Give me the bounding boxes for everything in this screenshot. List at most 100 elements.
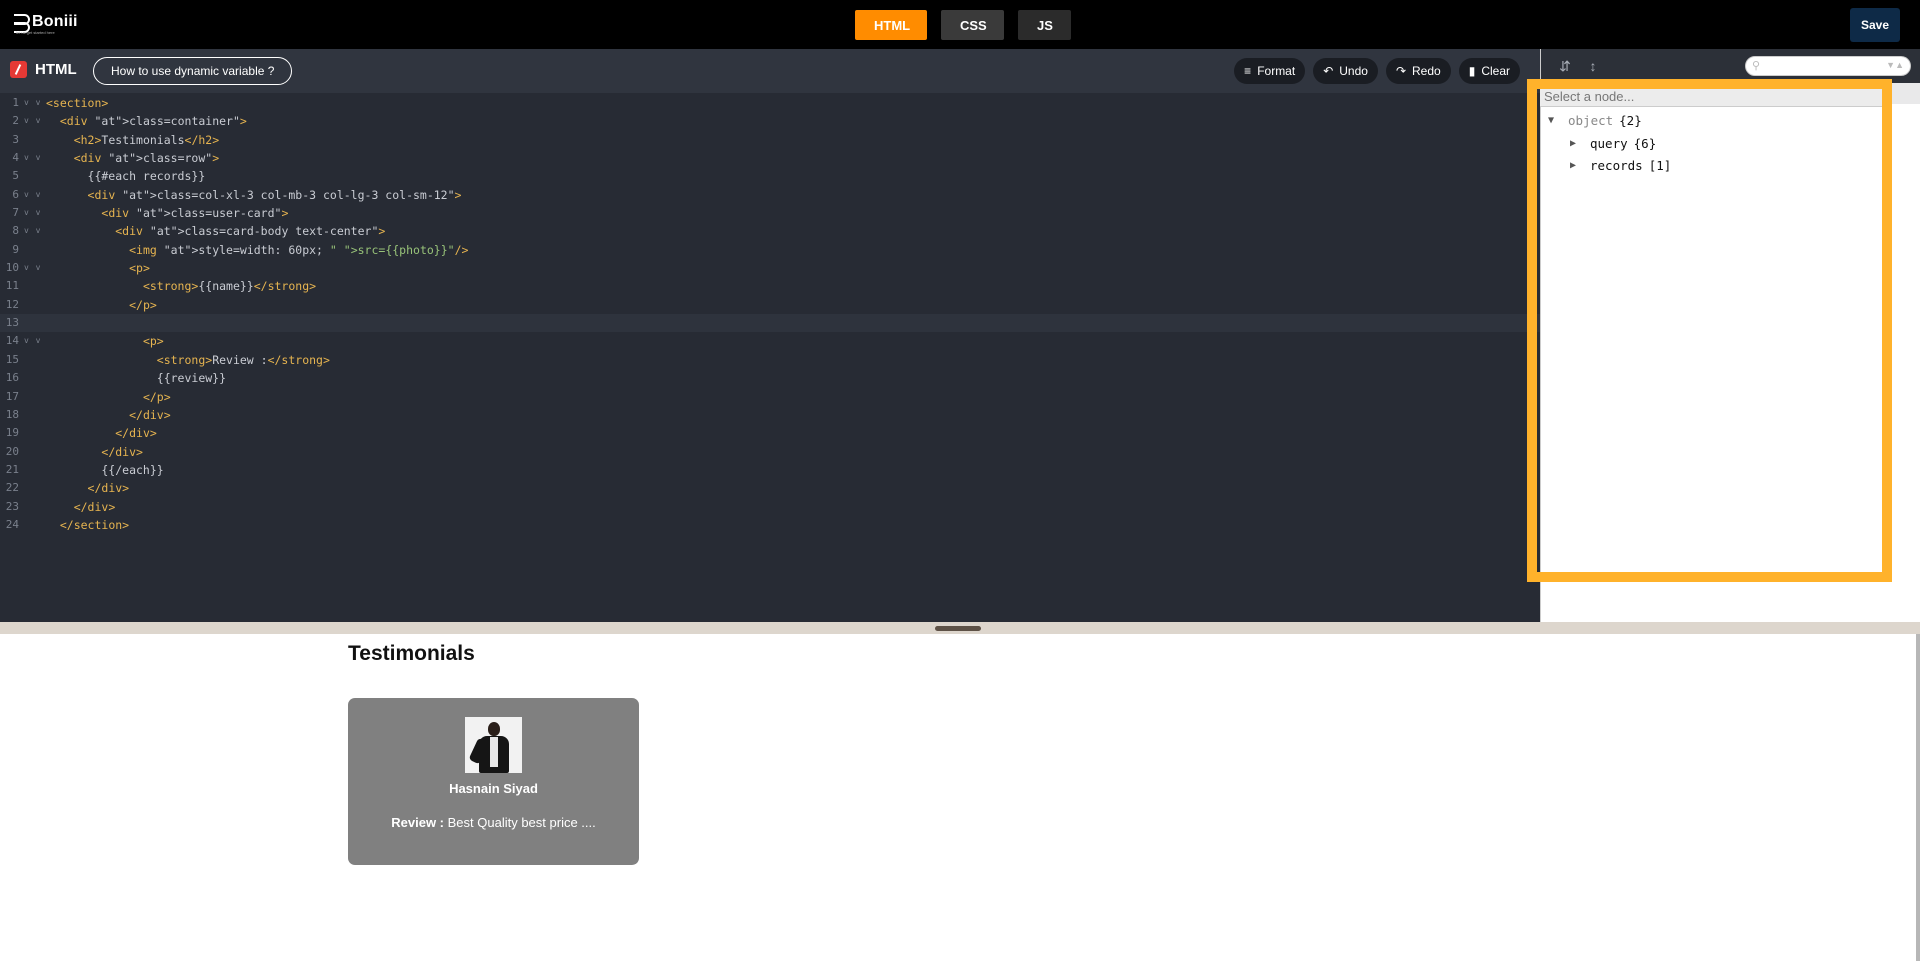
code-line[interactable]: 24 </section> (0, 516, 1540, 534)
editor-actions: ≡ Format ↶ Undo ↷ Redo ▮ Clear (1234, 58, 1520, 84)
code-line[interactable]: 7 v v <div "at">class=user-card"> (0, 204, 1540, 222)
user-card: Hasnain Siyad Review : Best Quality best… (348, 698, 639, 865)
collapse-all-icon[interactable]: ⇵ (1556, 57, 1574, 75)
html-badge-icon (10, 61, 27, 78)
code-text: </p> (129, 297, 157, 312)
line-number: 5 (12, 169, 19, 183)
preview-scrollbar[interactable] (1916, 634, 1920, 961)
code-line[interactable]: 8 v v <div "at">class=card-body text-cent… (0, 222, 1540, 240)
code-line[interactable]: 19 </div> (0, 424, 1540, 442)
editor-toolbar: HTML How to use dynamic variable ? ≡ For… (0, 49, 1540, 93)
code-line[interactable]: 20 </div> (0, 443, 1540, 461)
code-line[interactable]: 5 {{#each records}} (0, 167, 1540, 185)
highlight-frame (1527, 79, 1892, 582)
review-text: Best Quality best price .... (447, 815, 596, 830)
code-line[interactable]: 1 v v <section> (0, 94, 1540, 112)
search-nav-icon[interactable]: ▼▲ (1886, 60, 1904, 70)
code-line[interactable]: 12 </p> (0, 296, 1540, 314)
line-number: 20 (5, 444, 19, 458)
line-number: 17 (5, 389, 19, 403)
expand-all-icon[interactable]: ↕ (1584, 57, 1602, 75)
code-text: {{/each}} (46, 462, 164, 477)
code-line[interactable]: 22 </div> (0, 479, 1540, 497)
clear-button[interactable]: ▮ Clear (1458, 58, 1520, 84)
fold-chevron-icon[interactable]: v v (24, 112, 40, 130)
tab-html[interactable]: HTML (855, 10, 927, 40)
fold-chevron-icon[interactable]: v v (24, 204, 40, 222)
code-line[interactable]: 9 <img "at">style=width: 60px; " ">src={… (0, 241, 1540, 259)
format-label: Format (1257, 64, 1296, 78)
preview-heading: Testimonials (348, 642, 475, 665)
code-text: </div> (101, 444, 143, 459)
code-line[interactable]: 21 {{/each}} (0, 461, 1540, 479)
format-icon: ≡ (1244, 64, 1252, 78)
line-number: 8 (12, 224, 19, 238)
fold-chevron-icon[interactable]: v v (24, 332, 40, 350)
code-area[interactable]: 1 v v <section> 2 v v <div "at">class=contai… (0, 94, 1540, 534)
code-text: <section> (46, 96, 109, 110)
line-number: 13 (5, 316, 19, 330)
line-number: 21 (5, 462, 19, 476)
editor-title: HTML (10, 61, 77, 78)
undo-icon: ↶ (1323, 64, 1334, 78)
fold-chevron-icon[interactable]: v v (24, 222, 40, 240)
code-line[interactable]: 4 v v <div "at">class=row"> (0, 149, 1540, 167)
code-text: </div> (129, 407, 171, 422)
logo-text: Boniii (32, 13, 78, 30)
code-line[interactable]: 2 v v <div "at">class=container"> (0, 112, 1540, 130)
redo-button[interactable]: ↷ Redo (1385, 58, 1451, 84)
redo-label: Redo (1412, 64, 1441, 78)
save-button[interactable]: Save (1850, 8, 1900, 42)
language-tabs: HTML CSS JS (855, 10, 1071, 40)
code-line[interactable]: 17 </p> (0, 388, 1540, 406)
preview-pane: Testimonials Hasnain Siyad Review : Best… (0, 634, 1916, 961)
line-number: 9 (12, 242, 19, 256)
code-text: <strong>Review :</strong> (156, 352, 330, 367)
code-text: </section> (59, 517, 130, 532)
code-line[interactable]: 10 v v <p> (0, 259, 1540, 277)
line-number: 11 (5, 279, 19, 293)
code-text: </div> (73, 499, 116, 514)
line-number: 6 (12, 187, 19, 201)
undo-button[interactable]: ↶ Undo (1313, 58, 1378, 84)
fold-chevron-icon[interactable]: v v (24, 186, 40, 204)
logo-mark-icon (14, 14, 30, 33)
line-number: 2 (12, 114, 19, 128)
code-text: <img "at">style=width: 60px; " ">src={{p… (129, 242, 469, 257)
code-text: </p> (142, 389, 171, 404)
code-line[interactable]: 3 <h2>Testimonials</h2> (0, 131, 1540, 149)
tab-css[interactable]: CSS (941, 10, 1004, 40)
line-number: 7 (12, 206, 19, 220)
line-number: 3 (12, 132, 19, 146)
line-number: 14 (5, 334, 19, 348)
line-number: 19 (5, 426, 19, 440)
pane-splitter[interactable] (0, 622, 1920, 634)
dynamic-variable-help-button[interactable]: How to use dynamic variable ? (93, 57, 293, 85)
app-logo[interactable]: Boniii let us get started here (14, 13, 78, 35)
fold-chevron-icon[interactable]: v v (24, 259, 40, 277)
code-line[interactable]: 6 v v <div "at">class=col-xl-3 col-mb-3 c… (0, 186, 1540, 204)
tab-js[interactable]: JS (1018, 10, 1071, 40)
code-text: <h2>Testimonials</h2> (73, 132, 220, 147)
code-line[interactable]: 14 v v <p> (0, 332, 1540, 350)
fold-chevron-icon[interactable]: v v (24, 94, 40, 112)
html-editor: HTML How to use dynamic variable ? ≡ For… (0, 49, 1540, 622)
fold-chevron-icon[interactable]: v v (24, 149, 40, 167)
line-number: 22 (5, 481, 19, 495)
splitter-grip-icon[interactable] (935, 626, 981, 631)
code-line[interactable]: 11 <strong>{{name}}</strong> (0, 277, 1540, 295)
trash-icon: ▮ (1468, 64, 1476, 78)
clear-label: Clear (1481, 64, 1510, 78)
format-button[interactable]: ≡ Format (1234, 58, 1306, 84)
code-line[interactable]: 23 </div> (0, 498, 1540, 516)
code-text: </div> (87, 481, 130, 496)
code-line[interactable]: 15 <strong>Review :</strong> (0, 351, 1540, 369)
line-number: 12 (5, 297, 19, 311)
code-text: <strong>{{name}}</strong> (142, 279, 317, 294)
json-search-input[interactable]: ⚲ ▼▲ (1745, 56, 1911, 76)
code-line[interactable]: 13 (0, 314, 1540, 333)
line-number: 15 (5, 352, 19, 366)
code-text: </div> (115, 426, 157, 441)
code-line[interactable]: 18 </div> (0, 406, 1540, 424)
code-line[interactable]: 16 {{review}} (0, 369, 1540, 387)
